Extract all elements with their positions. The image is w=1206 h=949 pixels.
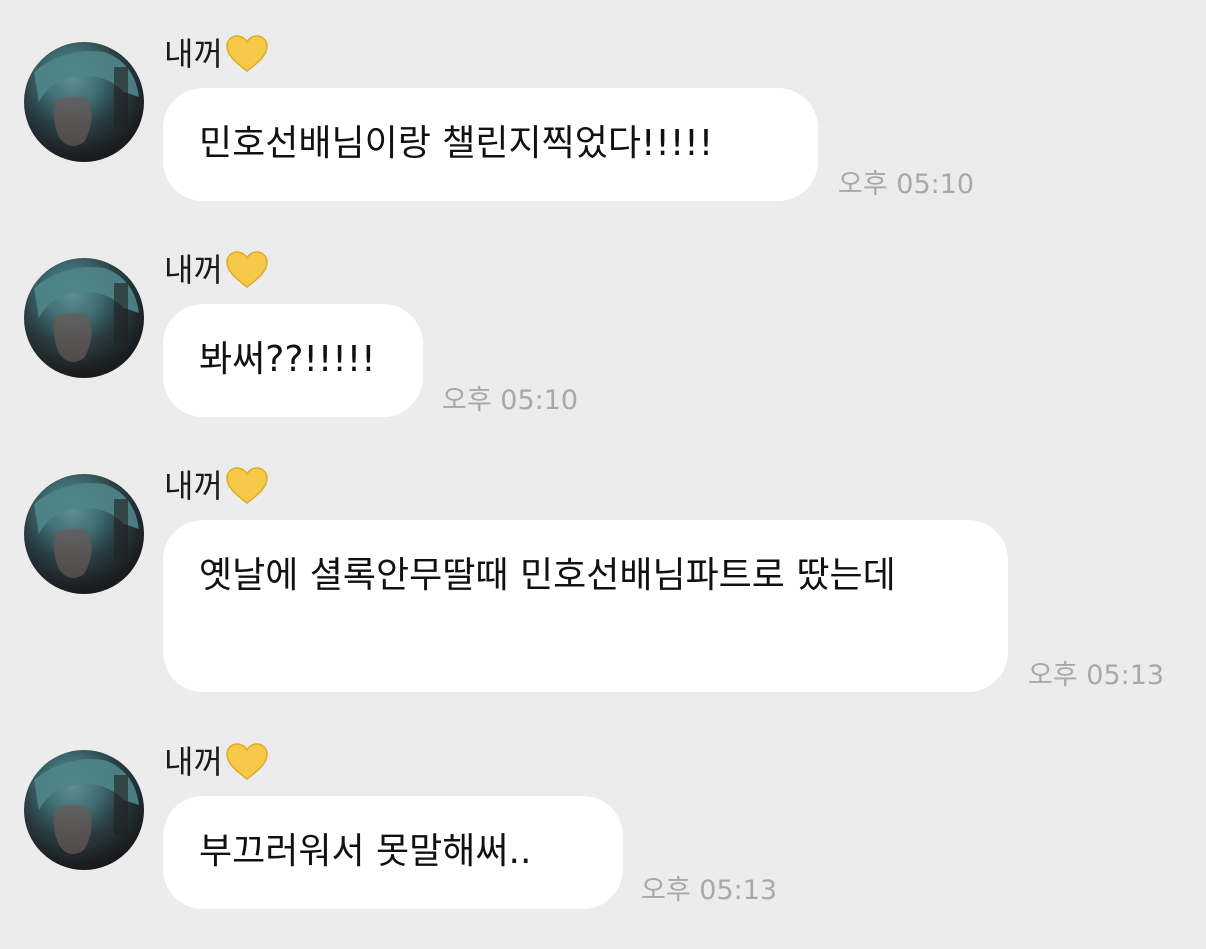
message-text: 봐써??!!!!! [199, 339, 376, 380]
sender-name: 내꺼 [164, 34, 269, 74]
message-time: 오후 05:13 [641, 875, 778, 906]
sender-label: 내꺼 [164, 35, 223, 73]
message-time: 오후 05:10 [838, 169, 975, 200]
message-bubble[interactable]: 민호선배님이랑 챌린지찍었다!!!!! [163, 88, 818, 201]
message-bubble[interactable]: 부끄러워서 못말해써.. [163, 796, 623, 909]
avatar[interactable] [24, 258, 144, 378]
message-text: 옛날에 셜록안무딸때 민호선배님파트로 땄는데 [199, 555, 896, 596]
sender-name: 내꺼 [164, 466, 269, 506]
avatar[interactable] [24, 42, 144, 162]
yellow-heart-icon [226, 743, 268, 780]
sender-label: 내꺼 [164, 743, 223, 781]
sender-label: 내꺼 [164, 467, 223, 505]
sender-name: 내꺼 [164, 250, 269, 290]
yellow-heart-icon [226, 35, 268, 72]
sender-label: 내꺼 [164, 251, 223, 289]
message-text: 부끄러워서 못말해써.. [199, 831, 532, 872]
avatar[interactable] [24, 474, 144, 594]
avatar[interactable] [24, 750, 144, 870]
yellow-heart-icon [226, 467, 268, 504]
message-text: 민호선배님이랑 챌린지찍었다!!!!! [199, 123, 714, 164]
yellow-heart-icon [226, 251, 268, 288]
message-bubble[interactable]: 봐써??!!!!! [163, 304, 423, 417]
sender-name: 내꺼 [164, 742, 269, 782]
message-time: 오후 05:10 [442, 385, 579, 416]
message-bubble[interactable]: 옛날에 셜록안무딸때 민호선배님파트로 땄는데 [163, 520, 1008, 692]
message-time: 오후 05:13 [1028, 660, 1165, 691]
